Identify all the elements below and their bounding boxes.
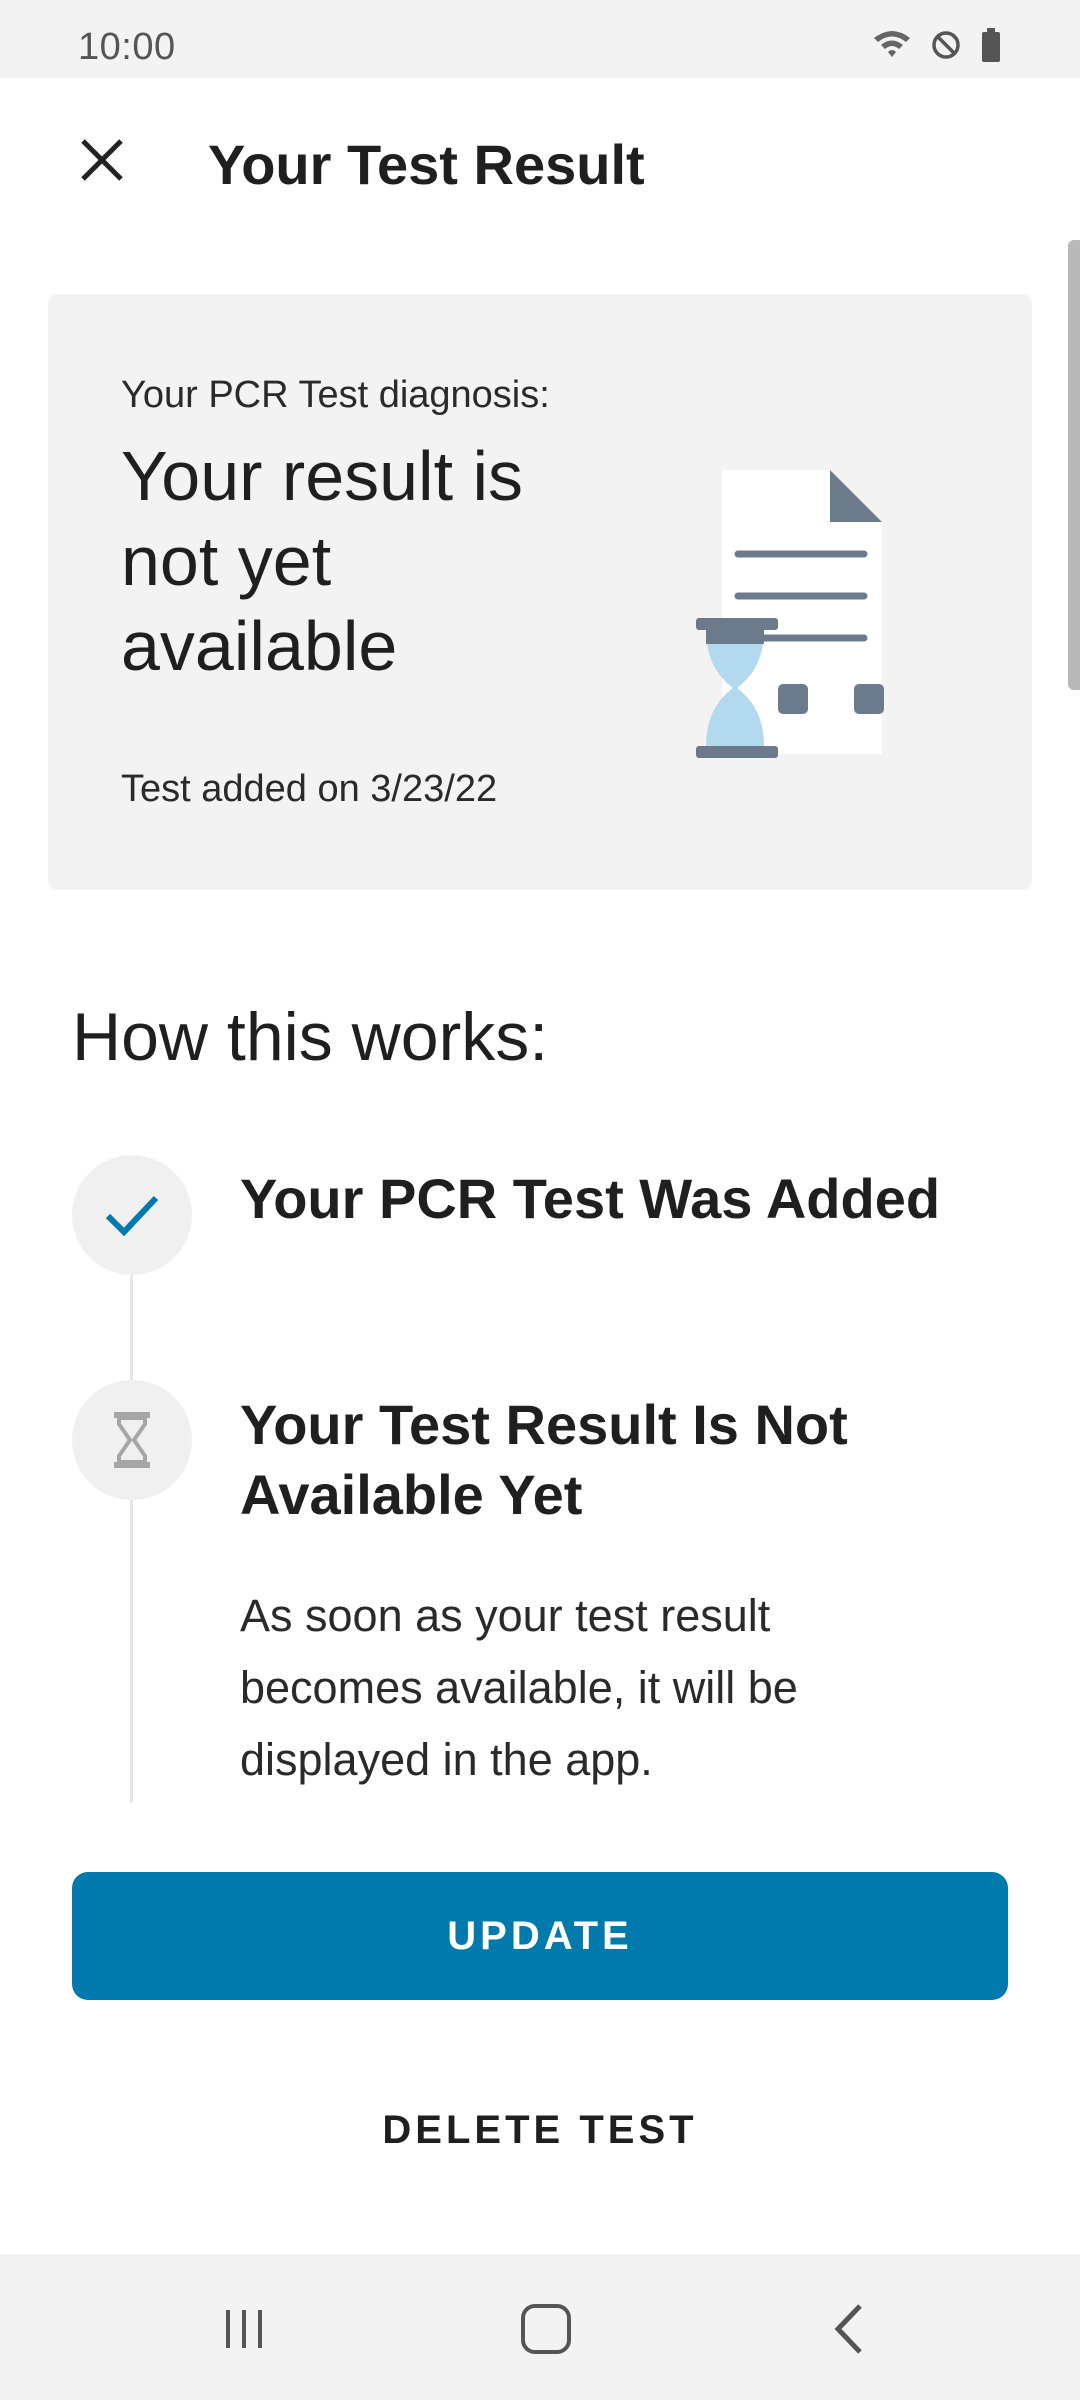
step-pending-title: Your Test Result Is Not Available Yet [240, 1393, 848, 1526]
test-added-date: Test added on 3/23/22 [121, 768, 498, 810]
status-icons [872, 28, 1002, 67]
update-button[interactable]: UPDATE [72, 1872, 1008, 2000]
step-added-status [72, 1155, 192, 1275]
recents-button[interactable] [194, 2284, 294, 2374]
back-icon [834, 2304, 862, 2354]
timeline-line [130, 1275, 133, 1803]
battery-icon [980, 28, 1002, 67]
back-button[interactable] [800, 2284, 900, 2374]
home-button[interactable] [496, 2284, 596, 2374]
diagnosis-label: Your PCR Test diagnosis: [121, 374, 550, 416]
how-it-works-title: How this works: [72, 999, 549, 1075]
scrollbar[interactable] [1068, 240, 1080, 690]
result-card: Your PCR Test diagnosis: Your result is … [48, 294, 1032, 890]
system-nav-bar [0, 2254, 1080, 2400]
do-not-disturb-icon [930, 29, 962, 66]
close-button[interactable] [62, 120, 142, 200]
status-time: 10:00 [78, 26, 176, 68]
step-added-title: Your PCR Test Was Added [240, 1167, 941, 1230]
recents-icon [226, 2310, 262, 2348]
step-pending-description: As soon as your test result becomes avai… [240, 1590, 798, 1785]
page-title: Your Test Result [208, 133, 645, 196]
check-icon [105, 1195, 159, 1237]
hourglass-icon [114, 1412, 150, 1468]
close-icon [81, 139, 123, 181]
delete-test-button[interactable]: DELETE TEST [340, 2090, 740, 2170]
document-hourglass-illustration [644, 470, 944, 770]
step-pending-status [72, 1380, 192, 1500]
wifi-icon [872, 28, 912, 67]
home-icon [521, 2304, 571, 2354]
app-bar: Your Test Result [0, 78, 1080, 248]
status-bar: 10:00 [0, 0, 1080, 78]
diagnosis-value: Your result is not yet available [121, 437, 524, 685]
